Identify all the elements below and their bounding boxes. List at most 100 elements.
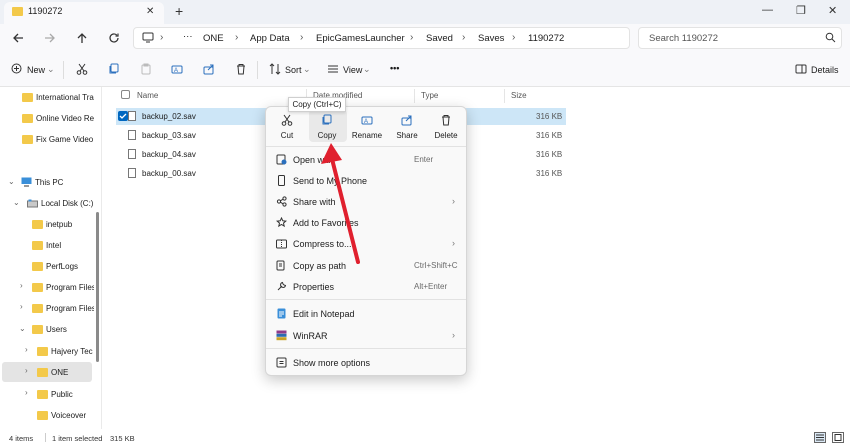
breadcrumb-one[interactable]: ONE — [203, 33, 224, 44]
delete-button[interactable]: Delete — [426, 131, 466, 140]
column-divider[interactable] — [414, 89, 415, 103]
chevron-right-icon[interactable]: › — [25, 366, 28, 375]
sidebar-item-label: Hajvery Tech — [51, 347, 93, 356]
column-divider[interactable] — [504, 89, 505, 103]
sidebar-item-program-files[interactable]: › Program Files — [0, 277, 100, 298]
file-icon — [128, 149, 136, 159]
column-header-name[interactable]: Name — [137, 91, 158, 100]
sidebar-item-voiceover[interactable]: Voiceover — [0, 405, 100, 426]
breadcrumb-app-data[interactable]: App Data — [250, 33, 290, 44]
chevron-right-icon[interactable]: › — [25, 345, 28, 354]
view-button[interactable]: View — [343, 65, 362, 75]
share-icon[interactable] — [203, 63, 215, 75]
chevron-down-icon[interactable]: ⌄ — [8, 177, 15, 186]
column-header-size[interactable]: Size — [511, 91, 527, 100]
winrar-icon — [276, 330, 287, 341]
forward-arrow-icon[interactable] — [43, 31, 57, 45]
trash-icon[interactable] — [235, 63, 247, 75]
copy-button[interactable]: Copy — [307, 131, 347, 140]
cut-button[interactable]: Cut — [267, 131, 307, 140]
copy-icon[interactable] — [108, 63, 120, 75]
menu-item-shortcut: Alt+Enter — [414, 282, 448, 291]
share-icon[interactable] — [401, 114, 413, 126]
sidebar-item-international-tra[interactable]: International Tra — [0, 87, 100, 108]
file-name: backup_02.sav — [142, 112, 196, 121]
sidebar-item-local-disk[interactable]: ⌄ Local Disk (C:) — [0, 193, 100, 214]
sidebar-item-label: Users — [46, 325, 67, 334]
menu-item-label: Edit in Notepad — [293, 309, 355, 319]
rename-icon[interactable]: A — [361, 114, 373, 126]
menu-divider — [266, 146, 466, 147]
sidebar-item-this-pc[interactable]: ⌄ This PC — [0, 172, 100, 193]
back-arrow-icon[interactable] — [11, 31, 25, 45]
sidebar-item-hajvery-tech[interactable]: › Hajvery Tech — [0, 341, 100, 362]
breadcrumb-overflow[interactable]: ··· — [183, 31, 193, 42]
chevron-down-icon[interactable]: ⌄ — [13, 198, 20, 207]
more-options-icon — [276, 357, 287, 368]
chevron-down-icon: ⌄ — [303, 64, 311, 74]
folder-icon — [32, 262, 43, 271]
paste-icon[interactable] — [140, 63, 152, 75]
sidebar-item-users[interactable]: ⌄ Users — [0, 319, 100, 340]
select-all-checkbox[interactable] — [121, 90, 130, 99]
copy-icon[interactable] — [321, 114, 333, 126]
chevron-down-icon: ⌄ — [47, 64, 55, 74]
menu-item-label: Send to My Phone — [293, 176, 368, 186]
search-icon[interactable] — [825, 32, 836, 43]
folder-icon — [37, 347, 48, 356]
rename-button[interactable]: Rename — [347, 131, 387, 140]
new-button[interactable]: New — [27, 65, 45, 75]
breadcrumb-saved[interactable]: Saved — [426, 33, 453, 44]
chevron-down-icon[interactable]: ⌄ — [19, 324, 26, 333]
sidebar-item-online-video[interactable]: Online Video Re — [0, 108, 100, 129]
chevron-right-icon: › — [452, 238, 455, 248]
refresh-icon[interactable] — [107, 31, 121, 45]
column-header-type[interactable]: Type — [421, 91, 438, 100]
folder-icon — [32, 325, 43, 334]
breadcrumb-epicgameslauncher[interactable]: EpicGamesLauncher — [316, 33, 405, 44]
monitor-icon — [142, 32, 154, 43]
folder-icon — [37, 390, 48, 399]
sidebar-item-perflogs[interactable]: PerfLogs — [0, 256, 100, 277]
sidebar-item-inetpub[interactable]: inetpub — [0, 214, 100, 235]
sort-button[interactable]: Sort — [285, 65, 302, 75]
tiles-view-icon[interactable] — [832, 432, 844, 443]
maximize-button[interactable]: ❐ — [796, 4, 806, 17]
sidebar-item-label: ONE — [51, 368, 69, 377]
breadcrumb-current[interactable]: 1190272 — [528, 33, 564, 44]
wrench-icon — [276, 281, 287, 292]
folder-icon — [22, 93, 33, 102]
chevron-right-icon[interactable]: › — [25, 388, 28, 397]
sidebar-item-fix-game-video[interactable]: Fix Game Video — [0, 129, 100, 150]
menu-item-shortcut: Ctrl+Shift+C — [414, 261, 458, 270]
sidebar-item-intel[interactable]: Intel — [0, 235, 100, 256]
scissors-icon[interactable] — [281, 114, 293, 126]
up-arrow-icon[interactable] — [75, 31, 89, 45]
details-view-icon[interactable] — [814, 432, 826, 443]
details-pane-icon — [795, 63, 807, 75]
item-count: 4 items — [9, 434, 34, 443]
search-input[interactable]: Search 1190272 — [649, 33, 718, 44]
close-button[interactable]: ✕ — [828, 4, 837, 17]
menu-item-label: Properties — [293, 282, 335, 292]
minimize-button[interactable]: — — [762, 4, 773, 16]
copy-path-icon — [276, 260, 287, 271]
file-size: 316 KB — [536, 131, 563, 140]
chevron-right-icon[interactable]: › — [20, 302, 23, 311]
breadcrumb-saves[interactable]: Saves — [478, 33, 504, 44]
chevron-right-icon[interactable]: › — [20, 281, 23, 290]
sidebar-item-program-files-x86[interactable]: › Program Files — [0, 298, 100, 319]
new-tab-button[interactable]: + — [175, 3, 183, 19]
share-button[interactable]: Share — [387, 131, 427, 140]
more-options-button[interactable]: ••• — [390, 63, 399, 73]
sidebar-item-public[interactable]: › Public — [0, 384, 100, 405]
details-button[interactable]: Details — [811, 65, 839, 75]
file-size: 316 KB — [536, 150, 563, 159]
rename-icon[interactable]: A — [171, 63, 183, 75]
sidebar-item-one[interactable]: › ONE — [0, 362, 100, 383]
tab-close-icon[interactable]: ✕ — [146, 6, 154, 17]
trash-icon[interactable] — [440, 114, 452, 126]
selection-size: 315 KB — [110, 434, 135, 443]
cut-icon[interactable] — [76, 63, 88, 75]
svg-text:A: A — [174, 68, 178, 74]
